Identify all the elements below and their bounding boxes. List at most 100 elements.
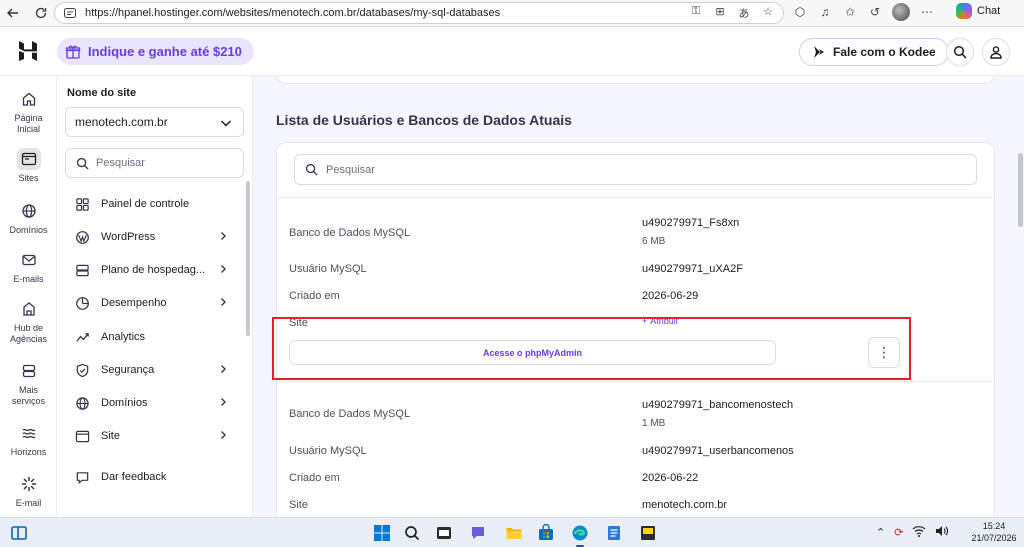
- terminal-icon[interactable]: [432, 521, 456, 545]
- sidebar-item-site[interactable]: Site: [73, 425, 233, 447]
- file-explorer-icon[interactable]: [502, 521, 526, 545]
- sidebar-item-dashboard[interactable]: Painel de controle: [73, 193, 233, 215]
- sidebar-item-performance[interactable]: Desempenho: [73, 292, 233, 314]
- task-view-icon[interactable]: [7, 521, 31, 545]
- rail-label: Hub de Agências: [9, 323, 48, 344]
- main-scrollbar[interactable]: [1018, 153, 1023, 227]
- sidebar-item-label: Analytics: [101, 331, 146, 343]
- rail-item-sites[interactable]: Sites: [0, 148, 57, 184]
- database-search-placeholder: Pesquisar: [326, 163, 375, 176]
- windows-start-icon[interactable]: [370, 521, 394, 545]
- database-search-input[interactable]: Pesquisar: [294, 154, 977, 185]
- previous-card: [276, 76, 995, 84]
- system-clock[interactable]: 15:24 21/07/2026: [968, 520, 1020, 544]
- chevron-up-icon[interactable]: ⌃: [876, 526, 885, 539]
- db-label: Banco de Dados MySQL: [289, 408, 411, 420]
- rail-item-email[interactable]: E-mail: [0, 473, 57, 509]
- update-icon[interactable]: ⟳: [894, 526, 903, 539]
- rail-label: E-mails: [13, 274, 44, 284]
- search-icon[interactable]: [400, 521, 424, 545]
- chevron-right-icon: [217, 230, 229, 245]
- db-created: 2026-06-22: [642, 472, 699, 484]
- sparkle-icon: [17, 473, 41, 495]
- user-label: Usuário MySQL: [289, 445, 367, 457]
- sidebar-item-analytics[interactable]: Analytics: [73, 326, 233, 348]
- site-icon: [73, 427, 91, 445]
- sidebar-item-wordpress[interactable]: WordPress: [73, 226, 233, 248]
- db-site[interactable]: menotech.com.br: [642, 499, 727, 511]
- chevron-right-icon: [217, 363, 229, 378]
- rail-item-home[interactable]: Página Inicial: [0, 88, 57, 135]
- chevron-right-icon: [217, 396, 229, 411]
- home-icon: [17, 88, 41, 110]
- translate-icon[interactable]: あ: [737, 5, 751, 21]
- db-size: 6 MB: [642, 236, 666, 247]
- kodee-icon: [814, 46, 824, 58]
- rail-item-domains[interactable]: Domínios: [0, 200, 57, 236]
- media-icon[interactable]: ♫: [817, 5, 833, 19]
- profile-avatar[interactable]: [892, 3, 910, 21]
- account-button[interactable]: [982, 38, 1010, 66]
- reload-icon[interactable]: [30, 2, 52, 24]
- sidebar-item-label: Domínios: [101, 397, 148, 409]
- address-bar[interactable]: https://hpanel.hostinger.com/websites/me…: [54, 2, 784, 24]
- kodee-button[interactable]: Fale com o Kodee: [799, 38, 949, 66]
- windows-taskbar: ⌃ ⟳ 15:24 21/07/2026: [0, 517, 1024, 547]
- wordpress-icon: [73, 228, 91, 246]
- rail-item-emails[interactable]: E-mails: [0, 249, 57, 285]
- sidebar-item-hosting-plan[interactable]: Plano de hospedag...: [73, 259, 233, 281]
- apps-icon[interactable]: ⊞: [713, 5, 727, 21]
- url-text[interactable]: https://hpanel.hostinger.com/websites/me…: [85, 7, 500, 19]
- copilot-chat-button[interactable]: Chat: [956, 3, 1000, 19]
- app-header: Indique e ganhe até $210 Fale com o Kode…: [0, 27, 1024, 76]
- extensions-icon[interactable]: ⬡: [792, 5, 808, 19]
- rail-item-more-services[interactable]: Mais serviços: [0, 360, 57, 407]
- chat-label: Chat: [977, 5, 1001, 17]
- key-icon[interactable]: ⚿: [689, 5, 703, 21]
- sidebar-item-label: Desempenho: [101, 297, 167, 309]
- selected-site: menotech.com.br: [75, 115, 168, 129]
- sidebar-scrollbar[interactable]: [246, 181, 250, 336]
- favorite-star-icon[interactable]: ☆: [761, 5, 775, 21]
- rail-label: Sites: [18, 173, 39, 183]
- highlight-annotation: [272, 317, 911, 380]
- clock-date: 21/07/2026: [971, 533, 1017, 543]
- sidebar-search-input[interactable]: Pesquisar: [65, 148, 244, 178]
- sidebar-item-domains[interactable]: Domínios: [73, 392, 233, 414]
- db-name: u490279971_Fs8xn: [642, 217, 740, 229]
- globe-icon: [73, 394, 91, 412]
- rail-item-agency-hub[interactable]: Hub de Agências: [0, 298, 57, 345]
- chevron-down-icon: [219, 116, 233, 133]
- site-select-dropdown[interactable]: menotech.com.br: [65, 107, 244, 137]
- back-icon[interactable]: [2, 2, 24, 24]
- hostinger-logo[interactable]: [16, 39, 40, 63]
- store-icon[interactable]: [534, 521, 558, 545]
- edge-browser-icon[interactable]: [568, 521, 592, 547]
- volume-icon[interactable]: [935, 525, 949, 540]
- notepad-icon[interactable]: [602, 521, 626, 545]
- chevron-right-icon: [217, 263, 229, 278]
- history-icon[interactable]: ↺: [867, 5, 883, 19]
- rail-item-horizons[interactable]: Horizons: [0, 422, 57, 458]
- sidebar-item-label: WordPress: [101, 231, 156, 243]
- wifi-icon[interactable]: [912, 525, 926, 540]
- sidebar-item-security[interactable]: Segurança: [73, 359, 233, 381]
- section-title: Lista de Usuários e Bancos de Dados Atua…: [276, 112, 572, 128]
- sidebar-item-label: Painel de controle: [101, 198, 190, 210]
- sidebar-search-placeholder: Pesquisar: [96, 157, 145, 169]
- user-label: Usuário MySQL: [289, 263, 367, 275]
- sticky-notes-icon[interactable]: [636, 521, 660, 545]
- header-search-button[interactable]: [946, 38, 974, 66]
- system-tray: ⌃ ⟳: [876, 525, 949, 540]
- clock-time: 15:24: [982, 521, 1006, 531]
- referral-button[interactable]: Indique e ganhe até $210: [57, 38, 254, 65]
- teams-chat-icon[interactable]: [466, 521, 490, 545]
- rail-label: Horizons: [10, 447, 47, 457]
- more-options-icon[interactable]: ⋯: [919, 5, 935, 19]
- site-info-icon[interactable]: [63, 5, 79, 21]
- agency-hub-icon: [17, 298, 41, 320]
- rail-label: E-mail: [15, 498, 42, 508]
- created-label: Criado em: [289, 472, 340, 484]
- sidebar-item-feedback[interactable]: Dar feedback: [73, 466, 233, 488]
- favorites-icon[interactable]: ✩: [842, 5, 858, 19]
